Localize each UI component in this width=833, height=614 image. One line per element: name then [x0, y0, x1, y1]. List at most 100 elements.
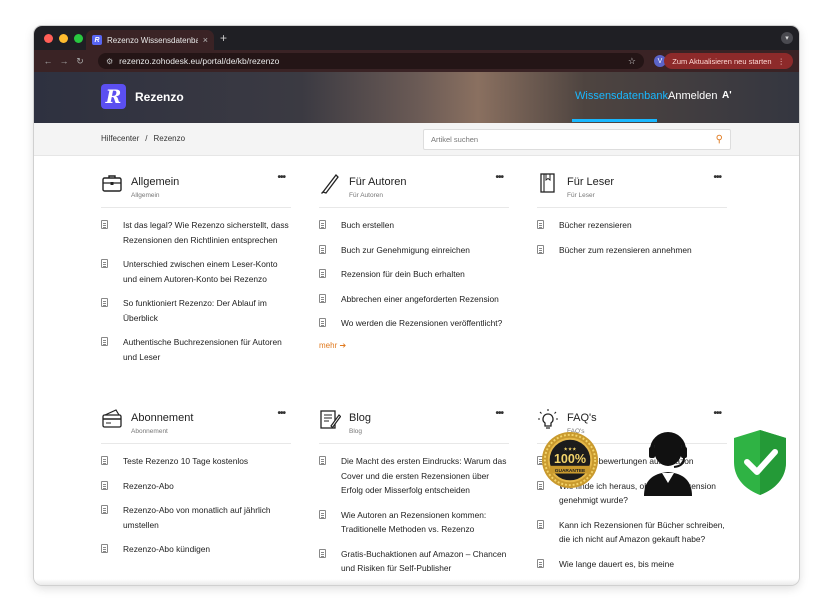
more-options-icon[interactable]: •••: [277, 408, 285, 419]
article-link[interactable]: Die Macht des ersten Eindrucks: Warum da…: [319, 454, 509, 498]
article-title[interactable]: Wo werden die Rezensionen veröffentlicht…: [341, 318, 502, 328]
article-link[interactable]: Unterschied zwischen einem Leser-Konto u…: [101, 257, 291, 286]
browser-menu-icon[interactable]: ⋮: [778, 57, 786, 66]
rezenzo-logo-icon[interactable]: R: [101, 84, 126, 109]
reload-icon[interactable]: ↻: [72, 56, 88, 67]
article-title[interactable]: Rezenzo-Abo von monatlich auf jährlich u…: [123, 505, 271, 530]
category-header: Abonnement Abonnement •••: [101, 408, 291, 444]
tab-close-icon[interactable]: ×: [203, 35, 208, 45]
article-title[interactable]: Unterschied zwischen einem Leser-Konto u…: [123, 259, 278, 284]
more-options-icon[interactable]: •••: [713, 172, 721, 183]
category-title[interactable]: Abonnement: [131, 412, 193, 424]
article-title[interactable]: Authentische Buchrezensionen für Autoren…: [123, 337, 282, 362]
article-title[interactable]: Buch erstellen: [341, 220, 394, 230]
category-header: Allgemein Allgemein •••: [101, 172, 291, 208]
search-icon[interactable]: ⚲: [716, 134, 723, 145]
article-title[interactable]: Wie Autoren an Rezensionen kommen: Tradi…: [341, 510, 486, 535]
article-link[interactable]: Authentische Buchrezensionen für Autoren…: [101, 335, 291, 364]
document-icon: [537, 558, 544, 568]
article-search[interactable]: ⚲: [423, 129, 731, 150]
browser-tab-active[interactable]: R Rezenzo Wissensdatenbank ×: [86, 30, 214, 50]
document-icon: [319, 293, 326, 303]
article-link[interactable]: Gratis-Buchaktionen auf Amazon – Chancen…: [319, 547, 509, 576]
more-options-icon[interactable]: •••: [495, 172, 503, 183]
close-window-button[interactable]: [44, 34, 53, 43]
brand-name[interactable]: Rezenzo: [135, 90, 184, 104]
article-title[interactable]: Teste Rezenzo 10 Tage kostenlos: [123, 456, 248, 466]
browser-toolbar: ← → ↻ ⚙ rezenzo.zohodesk.eu/portal/de/kb…: [34, 50, 799, 72]
article-title[interactable]: Buch zur Genehmigung einreichen: [341, 245, 470, 255]
credit-card-icon: [102, 409, 122, 428]
article-link[interactable]: Rezenzo-Abo kündigen: [101, 542, 291, 557]
category-title[interactable]: Für Leser: [567, 176, 614, 188]
category-subtitle: Für Leser: [567, 192, 595, 199]
minimize-window-button[interactable]: [59, 34, 68, 43]
article-link[interactable]: Bücher rezensieren: [537, 218, 727, 233]
url-text[interactable]: rezenzo.zohodesk.eu/portal/de/kb/rezenzo: [119, 56, 622, 66]
article-title[interactable]: Bücher rezensieren: [559, 220, 632, 230]
document-icon: [101, 544, 108, 553]
article-link[interactable]: Buch zur Genehmigung einreichen: [319, 243, 509, 258]
nav-login[interactable]: Anmelden: [668, 90, 718, 102]
article-title[interactable]: So funktioniert Rezenzo: Der Ablauf im Ü…: [123, 298, 267, 323]
site-info-icon[interactable]: ⚙: [106, 57, 113, 66]
article-link[interactable]: Ist das legal? Wie Rezenzo sicherstellt,…: [101, 218, 291, 247]
article-title[interactable]: Bücher zum rezensieren annehmen: [559, 245, 692, 255]
article-title[interactable]: Wie lange dauert es, bis meine: [559, 559, 674, 569]
article-title[interactable]: Rezension für dein Buch erhalten: [341, 269, 465, 279]
breadcrumb-home[interactable]: Hilfecenter: [101, 134, 139, 143]
support-agent-icon: [644, 432, 692, 496]
forward-arrow-icon[interactable]: →: [56, 56, 72, 66]
more-options-icon[interactable]: •••: [713, 408, 721, 419]
guarantee-seal-icon: ★★★ 100% GUARANTEE: [541, 431, 599, 489]
article-link[interactable]: Wie lange dauert es, bis meine: [537, 557, 727, 572]
category-title[interactable]: FAQ's: [567, 412, 597, 424]
more-articles-link[interactable]: mehr ➔: [319, 341, 509, 350]
article-link[interactable]: Buch erstellen: [319, 218, 509, 233]
article-title[interactable]: Rezenzo-Abo kündigen: [123, 544, 210, 554]
tab-search-chevron-icon[interactable]: ▾: [781, 32, 793, 44]
article-list: Buch erstellen Buch zur Genehmigung einr…: [319, 218, 509, 331]
maximize-window-button[interactable]: [74, 34, 83, 43]
category-card-blog: Blog Blog ••• Die Macht des ersten Eindr…: [319, 408, 509, 585]
document-icon: [319, 220, 326, 229]
article-title[interactable]: Ist das legal? Wie Rezenzo sicherstellt,…: [123, 220, 289, 245]
edit-document-icon: [320, 410, 341, 429]
article-link[interactable]: Kann ich Rezensionen für Bücher schreibe…: [537, 518, 727, 547]
bottom-edge: [34, 579, 799, 585]
nav-active-indicator: [572, 119, 657, 122]
nav-knowledge-base[interactable]: Wissensdatenbank: [575, 90, 668, 102]
article-title[interactable]: Kann ich Rezensionen für Bücher schreibe…: [559, 520, 725, 545]
address-bar[interactable]: ⚙ rezenzo.zohodesk.eu/portal/de/kb/rezen…: [98, 53, 644, 69]
article-link[interactable]: Wo werden die Rezensionen veröffentlicht…: [319, 316, 509, 331]
article-link[interactable]: So funktioniert Rezenzo: Der Ablauf im Ü…: [101, 296, 291, 325]
bookmark-star-icon[interactable]: ☆: [628, 56, 636, 67]
document-icon: [537, 519, 544, 529]
back-arrow-icon[interactable]: ←: [40, 56, 56, 66]
article-link[interactable]: Abbrechen einer angeforderten Rezension: [319, 292, 509, 307]
article-title[interactable]: Rezenzo-Abo: [123, 481, 174, 491]
category-title[interactable]: Blog: [349, 412, 371, 424]
update-restart-button[interactable]: Zum Aktualisieren neu starten ⋮: [664, 53, 793, 69]
article-title[interactable]: Abbrechen einer angeforderten Rezension: [341, 294, 499, 304]
category-title[interactable]: Allgemein: [131, 176, 179, 188]
accessibility-icon[interactable]: A': [722, 90, 732, 101]
document-icon: [101, 337, 108, 346]
new-tab-button[interactable]: +: [220, 31, 227, 45]
category-header: Für Leser Für Leser •••: [537, 172, 727, 208]
article-link[interactable]: Bücher zum rezensieren annehmen: [537, 243, 727, 258]
category-title[interactable]: Für Autoren: [349, 176, 406, 188]
article-title[interactable]: Gratis-Buchaktionen auf Amazon – Chancen…: [341, 549, 506, 574]
category-header: Für Autoren Für Autoren •••: [319, 172, 509, 208]
article-link[interactable]: Rezension für dein Buch erhalten: [319, 267, 509, 282]
briefcase-icon: [102, 175, 122, 192]
more-options-icon[interactable]: •••: [495, 408, 503, 419]
article-link[interactable]: Rezenzo-Abo von monatlich auf jährlich u…: [101, 503, 291, 532]
more-options-icon[interactable]: •••: [277, 172, 285, 183]
article-link[interactable]: Wie Autoren an Rezensionen kommen: Tradi…: [319, 508, 509, 537]
article-title[interactable]: Die Macht des ersten Eindrucks: Warum da…: [341, 456, 506, 495]
article-link[interactable]: Rezenzo-Abo: [101, 479, 291, 494]
article-link[interactable]: Teste Rezenzo 10 Tage kostenlos: [101, 454, 291, 469]
book-icon: [540, 173, 555, 193]
search-input[interactable]: [431, 135, 716, 144]
